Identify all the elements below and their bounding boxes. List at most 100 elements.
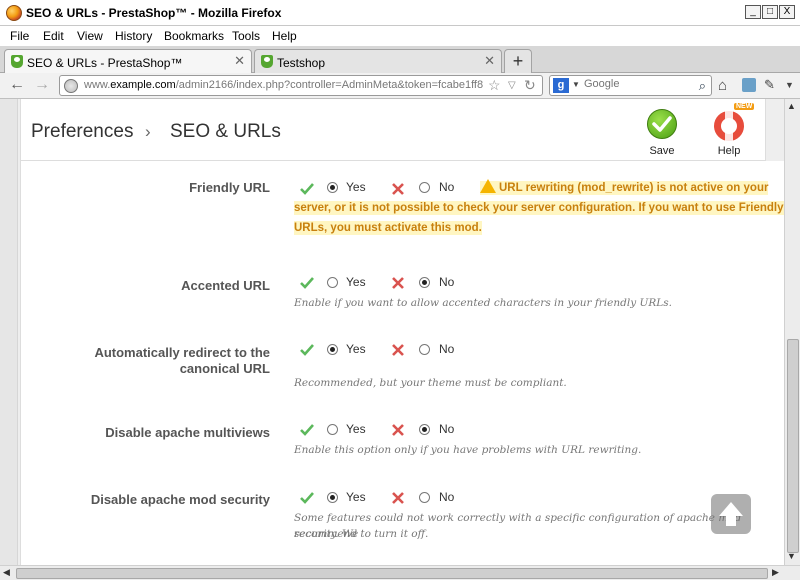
mod-rewrite-warning: URL rewriting (mod_rewrite) is not activ… <box>294 177 784 238</box>
close-window-button[interactable]: X <box>779 5 795 19</box>
home-icon[interactable]: ⌂ <box>718 77 727 94</box>
minimize-button[interactable]: _ <box>745 5 761 19</box>
no-cross-icon <box>392 492 404 504</box>
window-title: SEO & URLs - PrestaShop™ - Mozilla Firef… <box>26 6 282 20</box>
tab-close-icon[interactable]: ✕ <box>484 53 495 69</box>
vertical-scroll-thumb[interactable] <box>787 339 799 553</box>
menu-edit[interactable]: Edit <box>43 29 64 43</box>
scroll-down-arrow-icon[interactable]: ▼ <box>787 551 796 561</box>
tab-close-icon[interactable]: ✕ <box>234 53 245 69</box>
left-margin <box>0 99 18 565</box>
maximize-button[interactable]: □ <box>762 5 778 19</box>
page-header-toolbar: Preferences › SEO & URLs Save NEW Help <box>20 99 766 161</box>
canonical-redirect-label-line2: canonical URL <box>179 361 270 376</box>
save-check-icon <box>647 109 677 139</box>
yes-check-icon <box>300 277 314 289</box>
breadcrumb-preferences[interactable]: Preferences <box>31 121 133 143</box>
apache-multiviews-no-radio[interactable] <box>419 424 430 435</box>
save-label: Save <box>649 145 675 157</box>
menu-view[interactable]: View <box>77 29 103 43</box>
bookmark-star-icon[interactable]: ☆ <box>488 77 501 94</box>
menu-file[interactable]: File <box>10 29 29 43</box>
google-engine-icon[interactable]: g <box>553 78 569 93</box>
lifebuoy-icon <box>714 111 744 141</box>
yes-option-label: Yes <box>346 422 366 436</box>
prestashop-favicon-icon <box>261 55 273 68</box>
horizontal-scroll-thumb[interactable] <box>16 568 768 579</box>
canonical-redirect-no-radio[interactable] <box>419 344 430 355</box>
no-cross-icon <box>392 277 404 289</box>
help-label: Help <box>717 145 741 157</box>
menu-help[interactable]: Help <box>272 29 297 43</box>
tab-seo-urls[interactable]: SEO & URLs - PrestaShop™ ✕ <box>4 49 252 74</box>
back-arrow-icon[interactable]: ← <box>9 77 25 93</box>
new-tab-button[interactable]: + <box>504 49 532 73</box>
apache-mod-security-no-radio[interactable] <box>419 492 430 503</box>
new-badge: NEW <box>734 103 755 110</box>
menu-bar: File Edit View History Bookmarks Tools H… <box>0 26 800 46</box>
accented-url-no-radio[interactable] <box>419 277 430 288</box>
vertical-scrollbar[interactable]: ▲ ▼ <box>784 99 800 565</box>
no-cross-icon <box>392 344 404 356</box>
apache-mod-security-help-line2: recommend to turn it off. <box>294 528 429 540</box>
apache-multiviews-label: Disable apache multiviews <box>105 425 270 440</box>
reload-icon[interactable]: ↻ <box>524 77 536 94</box>
seo-options-panel: Friendly URL Yes No URL rewriting (mod_r… <box>20 161 784 565</box>
no-option-label: No <box>439 275 455 289</box>
tab-testshop[interactable]: Testshop ✕ <box>254 49 502 73</box>
globe-icon <box>64 79 78 93</box>
menu-history[interactable]: History <box>115 29 152 43</box>
yes-check-icon <box>300 344 314 356</box>
tab-label: SEO & URLs - PrestaShop™ <box>27 56 183 70</box>
prestashop-favicon-icon <box>11 55 23 68</box>
horizontal-scrollbar[interactable]: ◀ ▶ <box>0 565 800 580</box>
menu-bookmarks[interactable]: Bookmarks <box>164 29 224 43</box>
accented-url-label: Accented URL <box>181 278 270 293</box>
search-input[interactable] <box>584 78 684 90</box>
apache-mod-security-yes-radio[interactable] <box>327 492 338 503</box>
scroll-left-arrow-icon[interactable]: ◀ <box>3 567 10 578</box>
accented-url-help: Enable if you want to allow accented cha… <box>294 297 672 309</box>
friendly-url-label: Friendly URL <box>189 180 270 195</box>
address-bar[interactable]: www.example.com/admin2166/index.php?cont… <box>59 75 543 96</box>
accented-url-yes-radio[interactable] <box>327 277 338 288</box>
warning-icon <box>480 179 496 193</box>
yes-option-label: Yes <box>346 342 366 356</box>
canonical-redirect-label-line1: Automatically redirect to the <box>94 345 270 360</box>
no-option-label: No <box>439 342 455 356</box>
addon-icon[interactable] <box>742 78 756 92</box>
tools-icon[interactable]: ✎ <box>764 77 775 93</box>
url-dropdown-icon[interactable]: ▽ <box>508 80 516 91</box>
apache-mod-security-label: Disable apache mod security <box>90 492 270 507</box>
search-box[interactable]: g ▼ ⌕ <box>549 75 712 96</box>
search-icon[interactable]: ⌕ <box>699 78 706 94</box>
scroll-right-arrow-icon[interactable]: ▶ <box>772 567 779 578</box>
tab-label: Testshop <box>277 56 326 70</box>
no-cross-icon <box>392 424 404 436</box>
scroll-up-arrow-icon[interactable]: ▲ <box>787 101 796 111</box>
yes-option-label: Yes <box>346 490 366 504</box>
firefox-icon <box>6 5 22 21</box>
forward-arrow-icon[interactable]: → <box>34 77 50 93</box>
navigation-bar: ← → www.example.com/admin2166/index.php?… <box>0 73 800 99</box>
page-viewport: Preferences › SEO & URLs Save NEW Help F… <box>0 99 784 565</box>
breadcrumb-separator: › <box>145 122 151 141</box>
yes-option-label: Yes <box>346 275 366 289</box>
window-titlebar: SEO & URLs - PrestaShop™ - Mozilla Firef… <box>0 0 800 26</box>
apache-multiviews-yes-radio[interactable] <box>327 424 338 435</box>
yes-check-icon <box>300 424 314 436</box>
scroll-to-top-button[interactable] <box>711 494 751 534</box>
canonical-redirect-help: Recommended, but your theme must be comp… <box>294 377 567 389</box>
help-button[interactable]: NEW Help <box>701 103 757 159</box>
menu-dropdown-icon[interactable]: ▼ <box>785 80 794 90</box>
apache-multiviews-help: Enable this option only if you have prob… <box>294 444 642 456</box>
no-option-label: No <box>439 490 455 504</box>
tab-bar: SEO & URLs - PrestaShop™ ✕ Testshop ✕ + <box>0 46 800 74</box>
menu-tools[interactable]: Tools <box>232 29 260 43</box>
address-text[interactable]: www.example.com/admin2166/index.php?cont… <box>84 79 484 91</box>
page-title: SEO & URLs <box>170 121 281 142</box>
no-option-label: No <box>439 422 455 436</box>
engine-dropdown-icon[interactable]: ▼ <box>572 80 580 89</box>
canonical-redirect-yes-radio[interactable] <box>327 344 338 355</box>
save-button[interactable]: Save <box>634 109 690 159</box>
